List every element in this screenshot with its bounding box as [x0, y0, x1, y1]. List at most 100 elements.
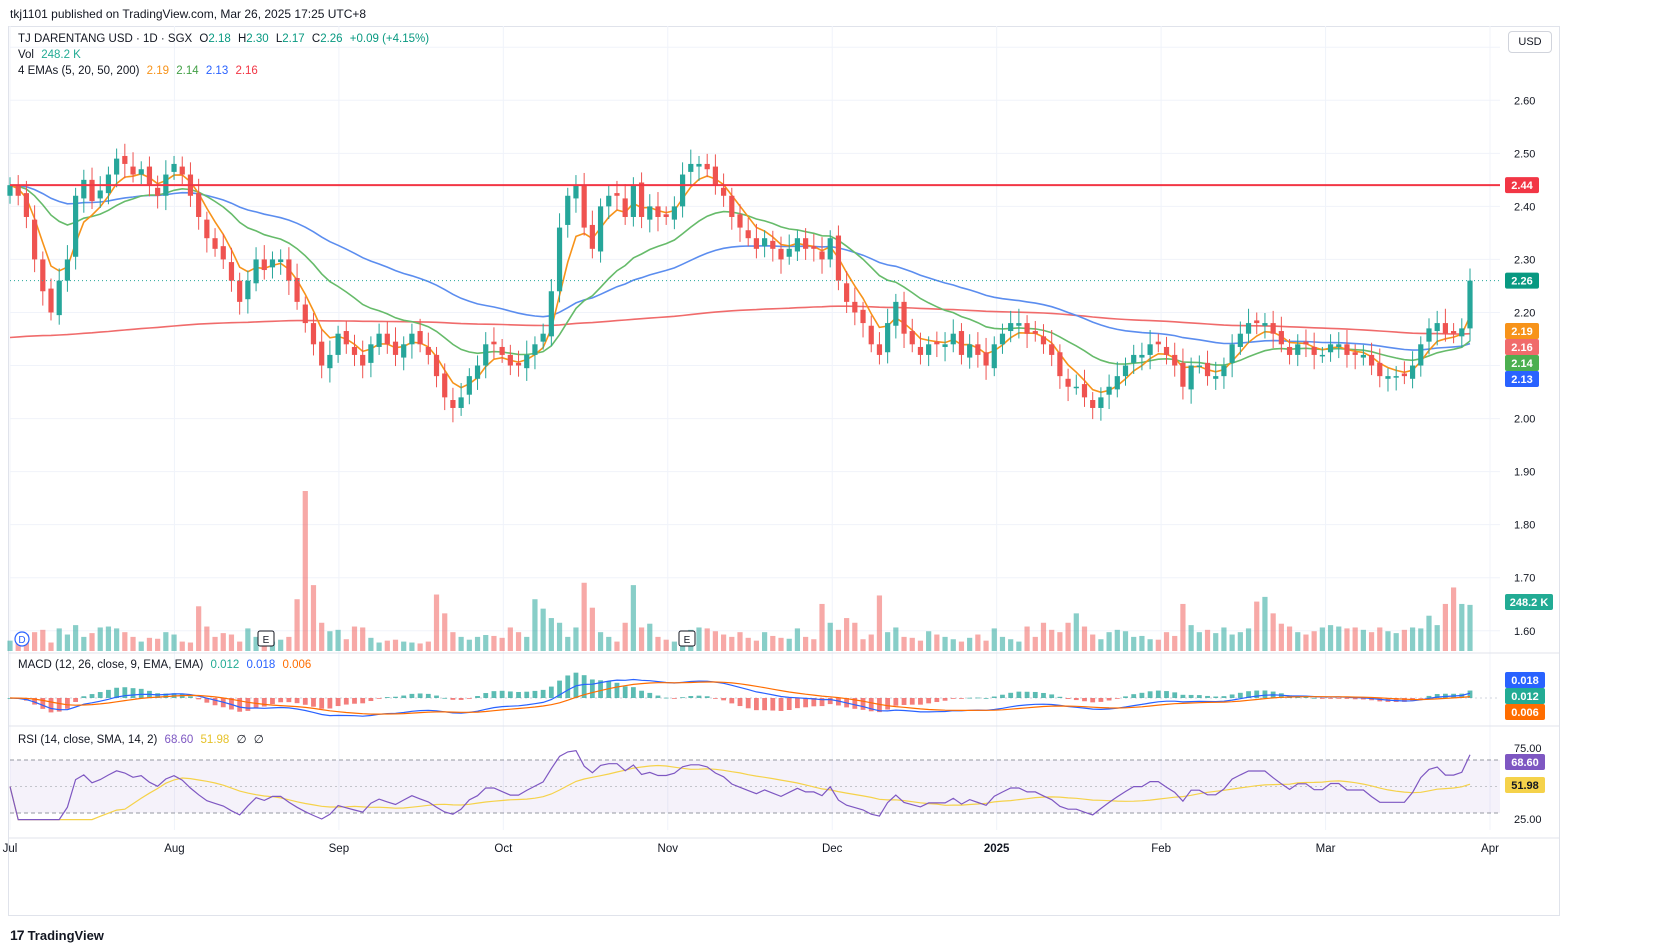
- tradingview-logo[interactable]: 17 TradingView: [10, 927, 104, 943]
- candle-body: [720, 187, 727, 196]
- candle-body: [1401, 373, 1407, 377]
- volume-bar: [819, 603, 825, 651]
- time-tick-label: Nov: [658, 843, 679, 855]
- candle-body: [351, 346, 358, 355]
- macd-hist-bar: [737, 698, 743, 707]
- macd-hist-bar: [885, 698, 891, 710]
- rsi-legend[interactable]: RSI (14, close, SMA, 14, 2) 68.60 51.98 …: [18, 732, 268, 746]
- volume-bar: [926, 631, 932, 651]
- candle-body: [1040, 336, 1047, 345]
- macd-hist-bar: [540, 689, 546, 698]
- candle-body: [122, 155, 128, 164]
- volume-bar: [704, 628, 710, 651]
- volume-bar: [163, 632, 169, 651]
- volume-bar: [975, 634, 981, 651]
- macd-hist-bar: [745, 698, 751, 709]
- volume-bar: [958, 641, 965, 651]
- macd-legend[interactable]: MACD (12, 26, close, 9, EMA, EMA) 0.012 …: [18, 659, 315, 671]
- macd-hist-bar: [1139, 692, 1145, 698]
- volume-bar: [179, 641, 185, 651]
- candle-body: [278, 259, 284, 263]
- volume-legend[interactable]: Vol 248.2 K: [18, 49, 85, 61]
- symbol-legend[interactable]: TJ DARENTANG USD · 1D · SGX O2.18 H2.30 …: [18, 33, 433, 45]
- macd-hist-bar: [401, 695, 407, 698]
- candle-body: [417, 331, 423, 345]
- volume-bar: [515, 632, 522, 651]
- volume-bar: [105, 626, 112, 651]
- volume-bar: [343, 639, 349, 651]
- volume-bar: [729, 636, 735, 651]
- candle-body: [1467, 280, 1473, 329]
- macd-hist-bar: [1188, 694, 1194, 698]
- macd-hist-bar: [721, 698, 726, 701]
- price-tick-label: 1.60: [1514, 626, 1535, 638]
- ema20-value: 2.14: [176, 65, 199, 77]
- volume-bar: [917, 640, 924, 651]
- macd-hist-bar: [630, 687, 636, 698]
- volume-bar: [1180, 603, 1186, 651]
- candle-body: [556, 227, 563, 292]
- time-tick-label: Oct: [494, 843, 513, 855]
- open-number: 2.18: [208, 33, 231, 45]
- volume-bar: [491, 635, 497, 651]
- ema200-value: 2.16: [235, 65, 258, 77]
- candle-body: [622, 198, 628, 217]
- candle-body: [1204, 362, 1211, 377]
- candle-body: [1221, 365, 1227, 377]
- macd-hist-bar: [1123, 696, 1128, 698]
- candle-body: [1319, 354, 1325, 357]
- candle-body: [155, 187, 161, 196]
- earnings-marker-label: E: [263, 635, 270, 646]
- candle-body: [1147, 344, 1153, 355]
- rsi-extra-1: ∅: [236, 734, 247, 746]
- volume-bar: [893, 627, 899, 651]
- macd-hist-bar: [1032, 691, 1038, 698]
- candle-body: [1180, 362, 1186, 387]
- ema-price-tag: 2.16: [1511, 342, 1532, 354]
- volume-bar: [1270, 613, 1276, 651]
- candle-body: [860, 309, 866, 324]
- macd-hist-bar: [138, 688, 144, 698]
- chart-canvas[interactable]: DEE 2.702.602.502.402.302.202.102.001.90…: [0, 0, 1665, 950]
- candle-body: [1081, 384, 1088, 398]
- candle-body: [745, 230, 751, 239]
- volume-bar: [1221, 627, 1227, 651]
- candle-body: [548, 291, 554, 337]
- candle-body: [983, 352, 989, 366]
- volume-bar: [73, 625, 79, 651]
- volume-bar: [1098, 639, 1104, 651]
- candle-body: [901, 301, 907, 334]
- candle-body: [376, 333, 382, 347]
- currency-button[interactable]: USD: [1508, 31, 1552, 53]
- ema50-value: 2.13: [205, 65, 229, 77]
- macd-hist-bar: [368, 698, 374, 702]
- volume-bar: [1024, 626, 1030, 651]
- price-tick-label: 1.70: [1514, 573, 1535, 585]
- candle-body: [811, 246, 817, 249]
- candle-body: [515, 362, 522, 366]
- candle-body: [1360, 354, 1366, 358]
- candle-body: [844, 283, 850, 302]
- time-tick-label: Sep: [329, 843, 349, 855]
- macd-hist-bar: [188, 696, 193, 698]
- candle-body: [655, 206, 661, 217]
- candle-body: [630, 185, 636, 217]
- macd-hist-bar: [1073, 698, 1079, 701]
- volume-bar: [778, 637, 784, 651]
- last-price-tag: 2.26: [1511, 276, 1532, 288]
- volume-bar: [1344, 628, 1350, 651]
- volume-bar: [655, 636, 661, 651]
- macd-hist-bar: [647, 692, 653, 698]
- macd-hist-bar: [196, 698, 202, 700]
- time-tick-label: Apr: [1481, 843, 1499, 855]
- candle-body: [237, 280, 243, 302]
- time-tick-label: Aug: [164, 843, 184, 855]
- candle-body: [1024, 323, 1030, 334]
- candle-body: [893, 301, 899, 326]
- ema-legend[interactable]: 4 EMAs (5, 20, 50, 200) 2.19 2.14 2.13 2…: [18, 65, 262, 77]
- volume-bar: [573, 627, 579, 651]
- macd-tag: 0.018: [1511, 675, 1539, 687]
- volume-bar: [597, 632, 604, 651]
- candle-body: [712, 166, 718, 186]
- macd-hist-bar: [959, 698, 964, 699]
